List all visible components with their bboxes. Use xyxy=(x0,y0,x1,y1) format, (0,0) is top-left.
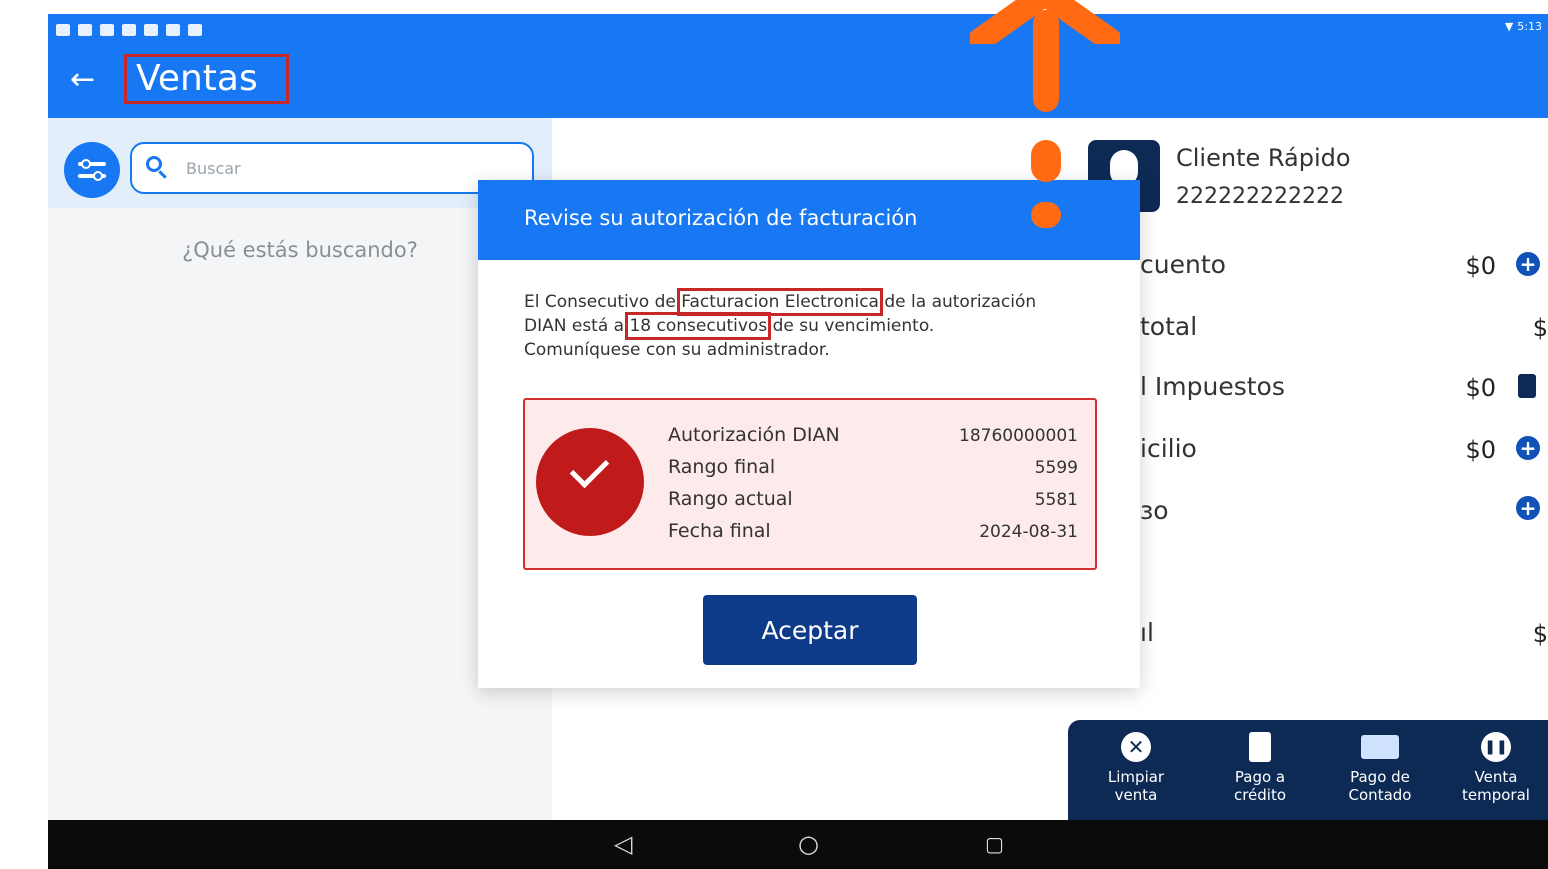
sync-icon xyxy=(122,24,136,36)
check-icon xyxy=(536,428,644,536)
sale-summary-panel xyxy=(1068,118,1548,820)
status-time: 5:13 xyxy=(1517,20,1542,33)
clear-sale-label: Limpiar venta xyxy=(1107,768,1165,804)
empty-search-text: ¿Qué estás buscando? xyxy=(182,238,418,262)
search-input[interactable] xyxy=(184,152,518,184)
message-highlight-billing-type: Facturacion Electronica xyxy=(677,288,883,316)
add-delivery-button[interactable]: + xyxy=(1516,436,1540,460)
page-title: Ventas xyxy=(136,58,258,99)
info-value-end-date: 2024-08-31 xyxy=(979,522,1078,542)
discount-label: cuento xyxy=(1140,250,1226,279)
add-discount-button[interactable]: + xyxy=(1516,252,1540,276)
info-label-final-range: Rango final xyxy=(668,456,776,478)
back-arrow-icon[interactable]: ← xyxy=(70,60,95,100)
status-bar-right: ▼ 5:13 xyxy=(1505,20,1542,33)
delivery-value: $0 xyxy=(1465,436,1496,464)
left-panel xyxy=(48,118,552,820)
accept-button[interactable]: Aceptar xyxy=(703,595,917,665)
sale-actions-toolbar: ✕ Limpiar venta Pago a crédito Pago de C… xyxy=(1068,720,1548,820)
credit-payment-button[interactable]: Pago a crédito xyxy=(1200,720,1320,820)
discount-value: $0 xyxy=(1465,252,1496,280)
pause-icon: ❚❚ xyxy=(1481,732,1511,762)
dialog-message: El Consecutivo de Facturacion Electronic… xyxy=(524,288,1044,362)
nav-back-icon[interactable]: ◁ xyxy=(614,820,632,869)
info-value-authorization: 18760000001 xyxy=(959,426,1078,446)
subtotal-label: total xyxy=(1140,312,1198,341)
sliders-icon xyxy=(78,159,106,181)
nav-recents-icon[interactable]: ▢ xyxy=(985,820,1004,869)
info-label-end-date: Fecha final xyxy=(668,520,771,542)
message-text: El Consecutivo de xyxy=(524,292,682,312)
clear-icon: ✕ xyxy=(1121,732,1151,762)
cash-payment-label: Pago de Contado xyxy=(1348,768,1412,804)
message-highlight-remaining: 18 consecutivos xyxy=(625,312,772,340)
cash-icon xyxy=(1361,735,1399,759)
temporary-sale-button[interactable]: ❚❚ Venta temporal xyxy=(1436,720,1548,820)
location-icon xyxy=(144,24,158,36)
delivery-label: icilio xyxy=(1140,434,1197,463)
search-icon xyxy=(146,156,162,172)
annotation-arrow-shaft xyxy=(1033,10,1059,112)
wifi-icon: ▼ xyxy=(1504,20,1514,33)
credit-payment-label: Pago a crédito xyxy=(1233,768,1287,804)
temporary-sale-label: Venta temporal xyxy=(1462,768,1530,804)
subtotal-value: $ xyxy=(1532,314,1548,342)
info-value-final-range: 5599 xyxy=(1034,458,1078,478)
filter-button[interactable] xyxy=(64,142,120,198)
notebook-icon xyxy=(1249,732,1271,762)
annotation-arrow-dot xyxy=(1031,202,1061,228)
client-id: 222222222222 xyxy=(1176,184,1344,209)
nav-home-icon[interactable]: ○ xyxy=(798,820,819,869)
add-tip-button[interactable]: + xyxy=(1516,496,1540,520)
status-bar-icons xyxy=(56,20,202,40)
taxes-value: $0 xyxy=(1465,374,1496,402)
info-label-authorization: Autorización DIAN xyxy=(668,424,840,446)
info-label-current-range: Rango actual xyxy=(668,488,793,510)
signal-icon xyxy=(56,24,70,36)
tax-details-icon[interactable] xyxy=(1518,374,1536,398)
cash-payment-button[interactable]: Pago de Contado xyxy=(1320,720,1440,820)
tip-label: ɜo xyxy=(1140,496,1169,525)
taxes-label: l Impuestos xyxy=(1140,372,1285,401)
dialog-title: Revise su autorización de facturación xyxy=(524,206,918,230)
bug-icon xyxy=(166,24,180,36)
annotation-arrow-dash xyxy=(1031,140,1061,182)
message-icon xyxy=(100,24,114,36)
clear-sale-button[interactable]: ✕ Limpiar venta xyxy=(1076,720,1196,820)
total-value: $ xyxy=(1532,620,1548,648)
wrench-icon xyxy=(188,24,202,36)
info-value-current-range: 5581 xyxy=(1034,490,1078,510)
client-name: Cliente Rápido xyxy=(1176,144,1351,172)
total-label: ıl xyxy=(1140,618,1154,647)
notification-icon xyxy=(78,24,92,36)
